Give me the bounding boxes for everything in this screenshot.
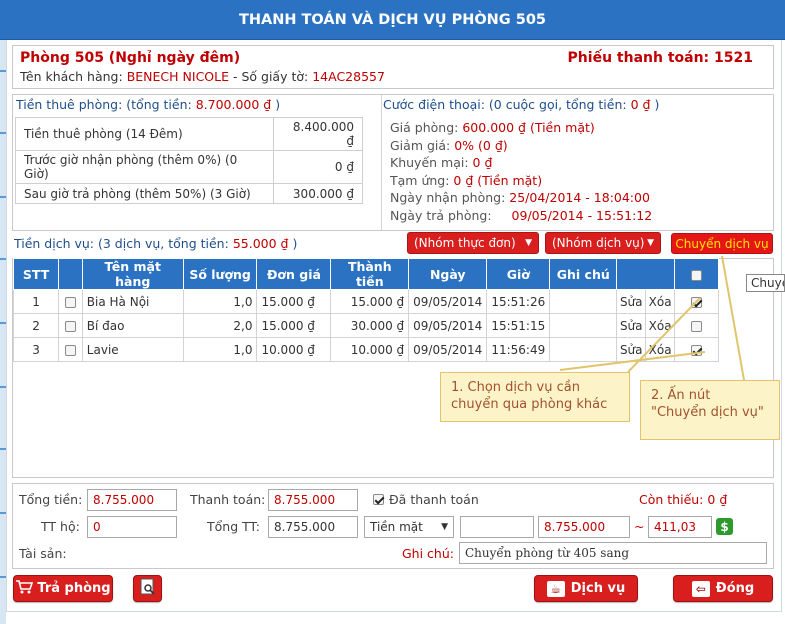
- pointer-line: [627, 297, 701, 373]
- grand-total-field[interactable]: 8.755.000: [268, 516, 358, 538]
- pay-label: Thanh toán:: [190, 492, 266, 507]
- checkout-button[interactable]: Trả phòng: [13, 575, 113, 602]
- assets-label: Tài sản:: [19, 546, 67, 561]
- remaining: Còn thiếu: 0 ₫: [639, 492, 727, 507]
- paid-checkbox[interactable]: [373, 494, 384, 505]
- pointer-line: [721, 255, 745, 381]
- exit-arrow-icon: ⇦: [691, 580, 710, 597]
- remaining-label: Còn thiếu:: [639, 492, 704, 507]
- cart-icon: [15, 579, 34, 599]
- caret-down-icon: ▼: [441, 522, 448, 532]
- currency-dollar-icon[interactable]: $: [716, 518, 733, 535]
- coffee-cup-icon: ☕: [546, 580, 565, 597]
- amount-field[interactable]: 8.755.000: [538, 516, 630, 538]
- service-button[interactable]: ☕ Dịch vụ: [534, 575, 638, 602]
- note-field[interactable]: Chuyển phòng từ 405 sang: [459, 542, 767, 564]
- print-preview-icon: [140, 578, 156, 600]
- paid-label: Đã thanh toán: [389, 492, 479, 507]
- callout-step-1: 1. Chọn dịch vụ cần chuyển qua phòng khá…: [440, 372, 630, 422]
- remaining-value: 0 ₫: [707, 492, 728, 507]
- usd-field[interactable]: 411,03: [648, 516, 712, 538]
- approx-sign: ~: [634, 519, 645, 534]
- extra-amount-field[interactable]: [460, 516, 534, 538]
- paid-checkbox-group[interactable]: Đã thanh toán: [373, 492, 479, 507]
- total-field[interactable]: 8.755.000: [87, 489, 177, 511]
- payment-method-select[interactable]: Tiền mặt ▼: [364, 516, 454, 538]
- note-label: Ghi chú:: [402, 546, 454, 561]
- tt-field[interactable]: 0: [87, 516, 177, 538]
- total-label: Tổng tiền:: [19, 492, 83, 507]
- callout-step-2: 2. Ấn nút "Chuyển dịch vụ": [640, 380, 780, 440]
- close-button[interactable]: ⇦ Đóng: [673, 575, 773, 602]
- print-preview-button[interactable]: [133, 575, 162, 602]
- grand-total-label: Tổng TT:: [207, 519, 261, 534]
- tt-label: TT hộ:: [41, 519, 80, 534]
- pay-field[interactable]: 8.755.000: [268, 489, 358, 511]
